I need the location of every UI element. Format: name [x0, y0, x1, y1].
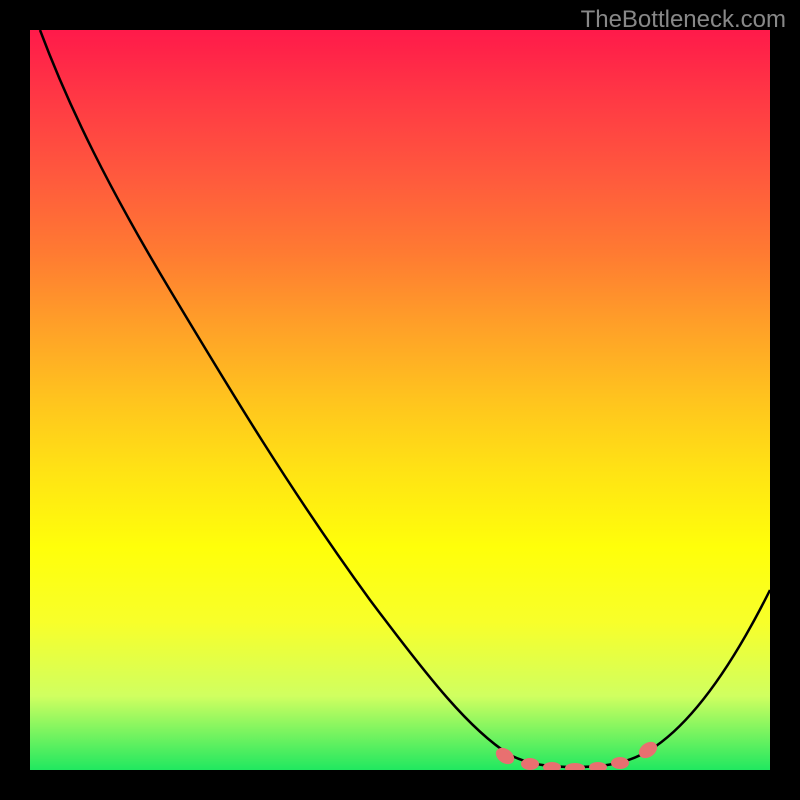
bottleneck-curve	[40, 30, 770, 767]
highlight-markers	[493, 739, 660, 770]
plot-area	[30, 30, 770, 770]
chart-container: TheBottleneck.com	[0, 0, 800, 800]
watermark-text: TheBottleneck.com	[581, 6, 786, 34]
curve-svg	[30, 30, 770, 770]
